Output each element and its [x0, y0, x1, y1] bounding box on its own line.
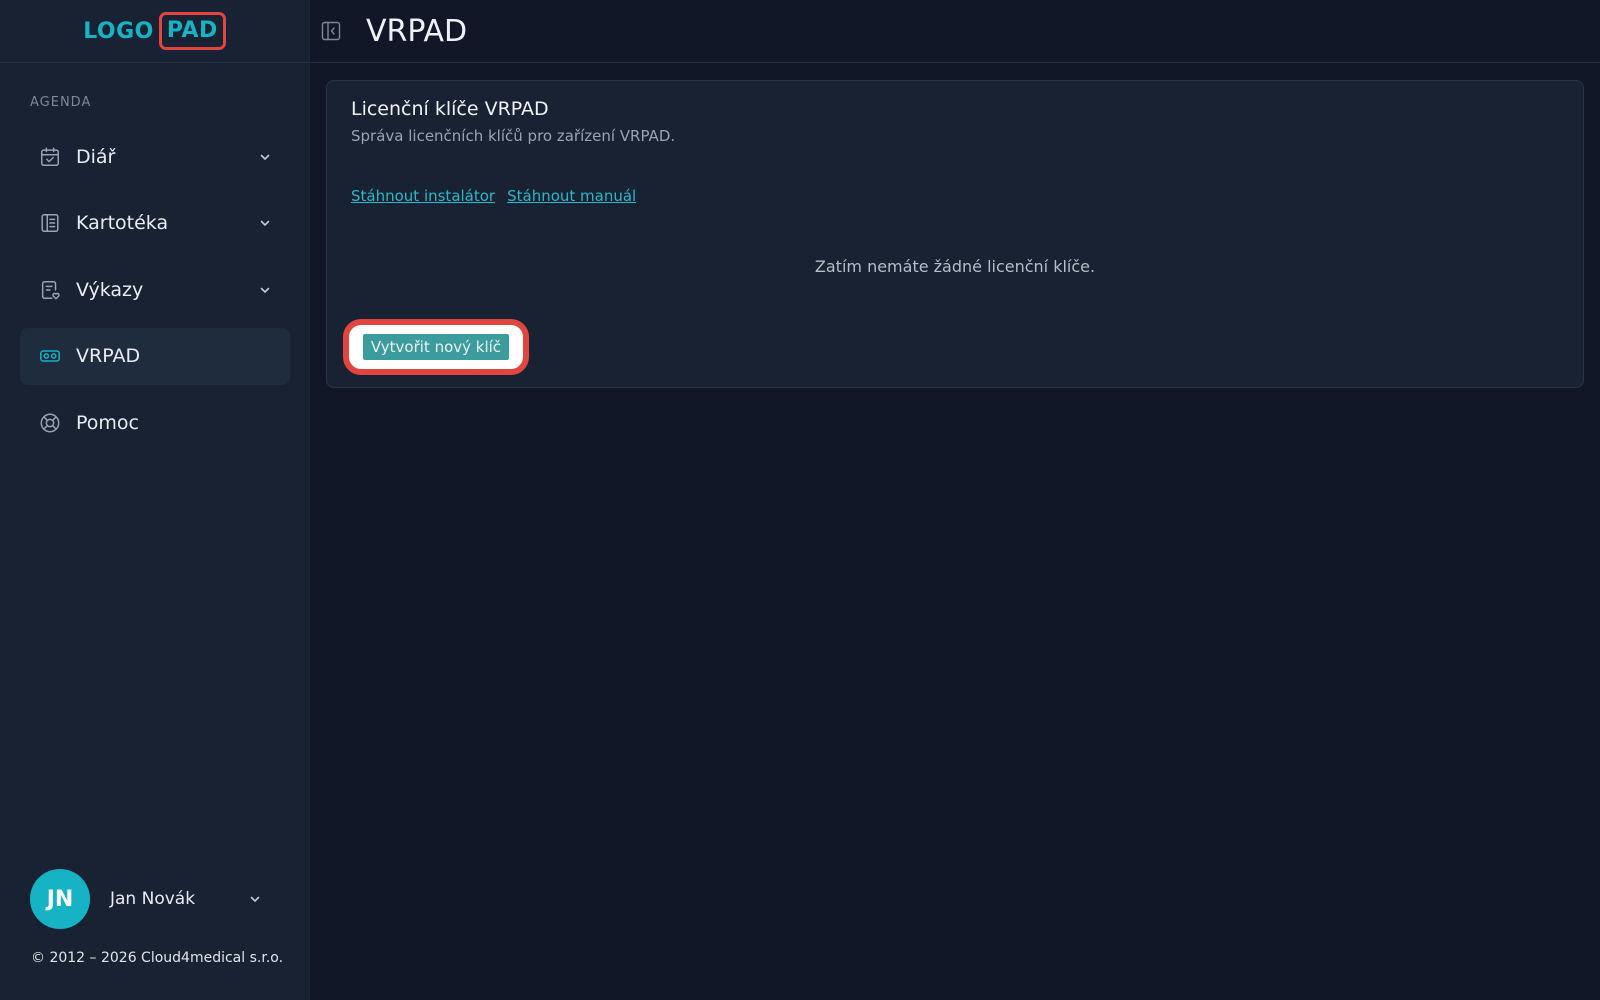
card-subtitle: Správa licenčních klíčů pro zařízení VRP… [351, 127, 676, 145]
download-links: Stáhnout instalátor Stáhnout manuál [351, 187, 636, 205]
sidebar-item-kartoteka[interactable]: Kartotéka [20, 195, 290, 252]
sidebar: LOGO PAD AGENDA Diář Kartotéka Výkazy VR… [0, 0, 310, 1000]
sidebar-item-vykazy[interactable]: Výkazy [20, 261, 290, 318]
sidebar-header: LOGO PAD [0, 0, 309, 63]
sidebar-item-label: Diář [76, 145, 116, 168]
avatar: JN [30, 869, 90, 929]
calendar-check-icon [38, 145, 62, 169]
download-installer-link[interactable]: Stáhnout instalátor [351, 187, 495, 205]
logo-text-left: LOGO [83, 18, 154, 44]
create-key-highlight: Vytvořit nový klíč [343, 319, 529, 375]
card-title: Licenční klíče VRPAD [351, 98, 549, 120]
report-heart-icon [38, 278, 62, 302]
download-manual-link[interactable]: Stáhnout manuál [507, 187, 636, 205]
chevron-down-icon [258, 150, 272, 164]
main-content: VRPAD Licenční klíče VRPAD Správa licenč… [310, 0, 1600, 1000]
chevron-down-icon [248, 892, 262, 906]
topbar: VRPAD [310, 0, 1600, 63]
chevron-down-icon [258, 283, 272, 297]
user-name: Jan Novák [110, 889, 196, 909]
sidebar-nav: Diář Kartotéka Výkazy VRPAD Pomoc [20, 128, 290, 461]
user-menu[interactable]: JN Jan Novák [30, 869, 270, 929]
copyright: © 2012 – 2026 Cloud4medical s.r.o. [31, 950, 284, 966]
sidebar-item-label: Pomoc [76, 411, 139, 434]
vr-headset-icon [38, 344, 62, 368]
license-keys-card: Licenční klíče VRPAD Správa licenčních k… [326, 80, 1584, 388]
app-root: LOGO PAD AGENDA Diář Kartotéka Výkazy VR… [0, 0, 1600, 1000]
empty-state-text: Zatím nemáte žádné licenční klíče. [814, 257, 1096, 276]
sidebar-item-pomoc[interactable]: Pomoc [20, 394, 290, 451]
logo-text-right: PAD [158, 12, 226, 50]
chevron-down-icon [258, 216, 272, 230]
sidebar-item-vrpad[interactable]: VRPAD [20, 327, 290, 385]
sidebar-item-label: Kartotéka [76, 212, 169, 234]
page-title: VRPAD [366, 13, 468, 49]
sidebar-item-label: Výkazy [76, 278, 144, 301]
sidebar-toggle-icon[interactable] [320, 20, 342, 42]
sidebar-item-label: VRPAD [76, 345, 141, 367]
create-key-button[interactable]: Vytvořit nový klíč [362, 334, 510, 360]
card-file-icon [38, 211, 62, 235]
sidebar-item-diar[interactable]: Diář [20, 128, 290, 185]
sidebar-section-label: AGENDA [30, 95, 92, 110]
logo[interactable]: LOGO PAD [83, 12, 226, 50]
lifebuoy-icon [38, 411, 62, 435]
